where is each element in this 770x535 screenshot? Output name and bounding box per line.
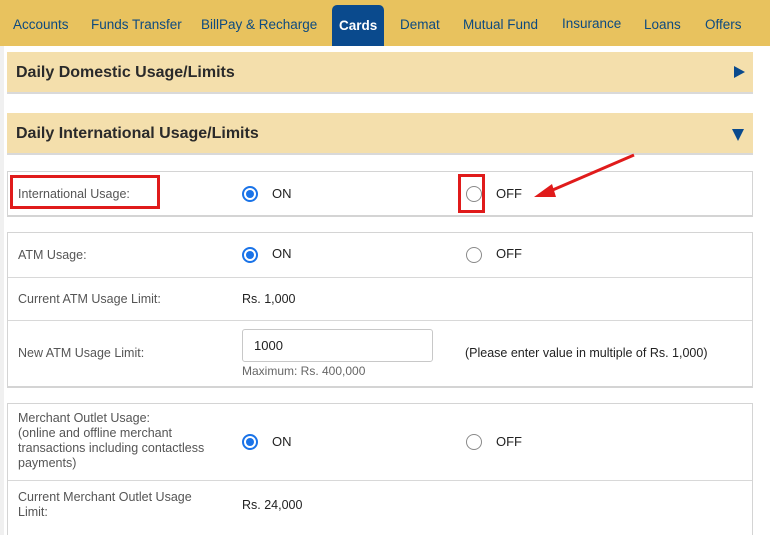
annotation-arrow-head [534, 184, 556, 197]
annotation-arrow-shaft [547, 153, 635, 194]
annotation-arrow-icon [534, 153, 635, 197]
